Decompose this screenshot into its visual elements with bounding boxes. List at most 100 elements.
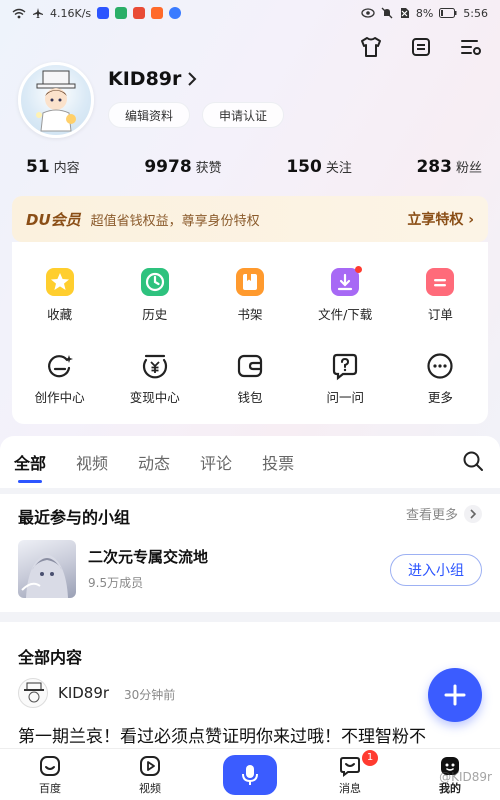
grid-item-bookshelf[interactable]: 书架 [202,252,297,336]
grid-label: 文件/下载 [318,306,373,322]
grid-label: 订单 [427,306,453,322]
settings-button[interactable] [456,32,486,62]
wifi-icon [12,8,26,18]
avatar[interactable] [18,62,94,138]
grid-item-history[interactable]: 历史 [107,252,202,336]
voice-search-button[interactable] [223,754,277,795]
see-more-link[interactable]: 查看更多 [406,504,482,523]
enter-group-button[interactable]: 进入小组 [390,554,482,586]
stat-content[interactable]: 51 内容 [26,157,80,177]
group-thumbnail[interactable] [18,540,76,598]
vip-banner[interactable]: DU会员 超值省钱权益，尊享身份特权 立享特权 › [12,196,488,242]
grid-label: 书架 [237,306,263,322]
post-author[interactable]: KID89r [58,684,109,702]
stat-label: 关注 [325,161,352,176]
grid-item-ask[interactable]: 问一问 [298,336,393,420]
vip-title: DU会员 [26,210,81,229]
stat-label: 内容 [53,161,80,176]
wechat-icon [115,7,128,19]
grid-label: 收藏 [47,306,73,322]
profile-buttons: 编辑资料 申请认证 [108,102,285,128]
more-dots-icon [427,352,454,379]
watermark: @KID89r [439,770,492,784]
scan-icon [412,38,430,56]
battery-icon [439,8,457,18]
battery-percent: 8% [415,6,434,20]
app-notification-icon [169,7,182,19]
order-icon [426,267,455,296]
star-icon [45,267,74,296]
username[interactable]: KID89r [108,68,197,90]
notification-dot [354,266,362,273]
tab-comments[interactable]: 评论 [200,450,232,474]
recent-groups-section: 最近参与的小组 查看更多 二次元专属交流地 9.5万成员 进入小组 [0,494,500,612]
group-image [21,554,68,598]
profile-header: KID89r 编辑资料 申请认证 [18,62,488,142]
clock: 5:56 [463,6,488,20]
microphone-icon [242,764,258,785]
book-icon [236,267,264,296]
search-icon [463,451,483,471]
create-post-button[interactable] [428,668,482,722]
vip-description: 超值省钱权益，尊享身份特权 [90,213,260,229]
nav-label: 百度 [39,781,61,795]
grid-label: 钱包 [237,389,263,405]
username-text: KID89r [108,68,182,90]
message-count-badge: 1 [362,749,378,766]
grid-item-orders[interactable]: 订单 [393,252,488,336]
bottom-navigation: 百度 视频 消息 1 我的 [0,748,500,800]
skin-button[interactable] [356,32,386,62]
stats-row: 51 内容 9978 获赞 150 关注 283 粉丝 [0,150,500,184]
stat-likes[interactable]: 9978 获赞 [144,157,221,177]
nav-video[interactable]: 视频 [100,754,200,796]
nav-messages[interactable]: 消息 1 [300,749,400,796]
grid-item-favorites[interactable]: 收藏 [12,252,107,336]
grid-item-monetize-center[interactable]: 变现中心 [107,336,202,420]
nav-voice[interactable] [200,754,300,795]
stat-number: 9978 [144,157,192,177]
video-play-icon [140,755,160,776]
grid-item-more[interactable]: 更多 [393,336,488,420]
edit-profile-button[interactable]: 编辑资料 [108,102,191,128]
grid-label: 问一问 [326,389,364,405]
stat-number: 150 [286,157,322,177]
search-button[interactable] [462,450,484,476]
stat-number: 283 [416,157,452,177]
group-members: 9.5万成员 [88,576,144,590]
video-app-icon [151,7,164,19]
tab-all[interactable]: 全部 [14,450,46,483]
tab-votes[interactable]: 投票 [262,450,294,474]
stat-number: 51 [26,157,50,177]
vip-cta-button[interactable]: 立享特权 › [407,209,474,229]
clock-icon [140,267,169,296]
avatar-character-image [36,70,76,132]
grid-label: 历史 [142,306,168,322]
plus-icon [444,684,466,706]
grid-item-creator-center[interactable]: 创作中心 [12,336,107,420]
grid-item-downloads[interactable]: 文件/下载 [298,252,393,336]
header-actions [356,32,486,62]
see-more-text: 查看更多 [405,508,458,523]
function-grid: 收藏 历史 书架 文件/下载 订单 创作中心 变现中心 钱包 问一问 更多 [12,242,488,424]
baidu-paw-icon [97,7,110,19]
tshirt-icon [361,37,381,57]
section-title: 全部内容 [18,648,83,667]
mute-bell-icon [381,7,393,19]
apply-verification-button[interactable]: 申请认证 [202,102,285,128]
post-time: 30分钟前 [124,688,176,702]
scan-button[interactable] [406,32,436,62]
tab-activity[interactable]: 动态 [138,450,170,474]
stat-followers[interactable]: 283 粉丝 [416,157,482,177]
creator-icon [47,354,73,377]
post-text[interactable]: 第一期兰哀！看过必须点赞证明你来过哦！不理智粉不 [18,722,478,747]
stat-following[interactable]: 150 关注 [286,157,352,177]
grid-item-wallet[interactable]: 钱包 [202,336,297,420]
avatar-sketch-image [24,682,44,703]
post-avatar[interactable] [18,678,48,708]
nav-home[interactable]: 百度 [0,754,100,796]
wallet-icon [237,354,263,377]
group-name[interactable]: 二次元专属交流地 [88,546,208,567]
tab-video[interactable]: 视频 [76,450,108,474]
nav-label: 视频 [139,781,161,795]
no-sim-icon [400,8,409,18]
